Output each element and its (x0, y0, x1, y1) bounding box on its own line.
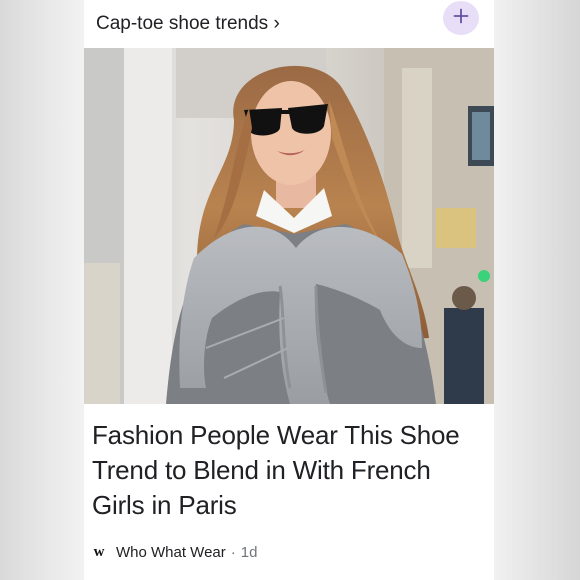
source-name[interactable]: Who What Wear (116, 544, 226, 561)
topic-title-link[interactable]: Cap-toe shoe trends › (96, 13, 280, 35)
article-headline[interactable]: Fashion People Wear This Shoe Trend to B… (92, 418, 488, 523)
backdrop-right (494, 0, 580, 580)
topic-header: Cap-toe shoe trends › (84, 0, 494, 48)
plus-icon (453, 8, 469, 29)
article-age: 1d (240, 543, 258, 561)
meta-separator: · (230, 543, 236, 561)
backdrop-left (0, 0, 84, 580)
news-card[interactable]: Cap-toe shoe trends › Fashion People Wea… (84, 0, 494, 580)
article-image[interactable] (84, 48, 494, 404)
who-what-wear-logo-icon: w (93, 543, 105, 560)
follow-topic-button[interactable] (443, 1, 479, 35)
article-source-row: w Who What Wear · 1d (92, 540, 258, 564)
